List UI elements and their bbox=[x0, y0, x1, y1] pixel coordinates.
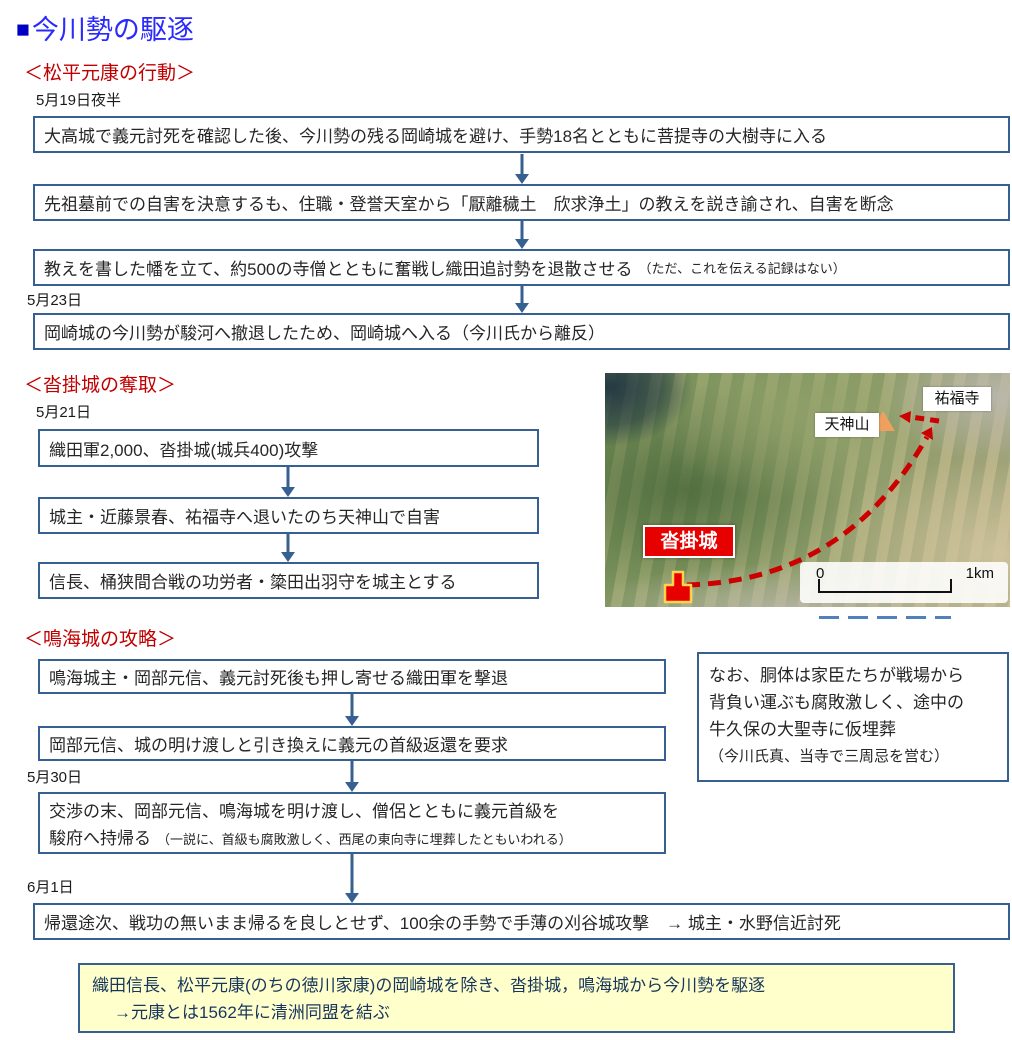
flow-box-note: （一説に、首級も腐敗激しく、西尾の東向寺に埋葬したともいわれる） bbox=[157, 832, 572, 847]
side-note-line: なお、胴体は家臣たちが戦場から bbox=[709, 662, 997, 689]
scale-tick bbox=[950, 579, 952, 593]
arrow-head-icon bbox=[281, 552, 295, 562]
flow-box-text: 先祖墓前での自害を決意するも、住職・登誉天室から「厭離穢土 欣求浄土」の教えを説… bbox=[44, 190, 894, 215]
map-label-yufukuji: 祐福寺 bbox=[923, 387, 991, 411]
flow-box: 帰還途次、戦功の無いまま帰るを良しとせず、100余の手勢で手薄の刈谷城攻撃 → … bbox=[33, 903, 1010, 940]
arrow-head-icon bbox=[515, 174, 529, 184]
arrow-head-icon bbox=[345, 893, 359, 903]
flow-box: 織田軍2,000、沓掛城(城兵400)攻撃 bbox=[38, 429, 539, 467]
flow-box-text: 教えを書した幡を立て、約500の寺僧とともに奮戦し織田追討勢を退散させる bbox=[44, 255, 633, 280]
route-dashed-path2 bbox=[911, 417, 939, 421]
side-note-line: 背負い運ぶも腐敗激しく、途中の bbox=[709, 689, 997, 716]
flow-box: 信長、桶狭間合戦の功労者・簗田出羽守を城主とする bbox=[38, 562, 539, 599]
flow-box-text: 帰還途次、戦功の無いまま帰るを良しとせず、100余の手勢で手薄の刈谷城攻撃 → … bbox=[44, 909, 841, 934]
flow-box: 先祖墓前での自害を決意するも、住職・登誉天室から「厭離穢土 欣求浄土」の教えを説… bbox=[33, 184, 1010, 221]
page-title-text: 今川勢の駆逐 bbox=[32, 15, 194, 45]
date-label: 5月30日 bbox=[27, 766, 82, 787]
arrow-head-icon bbox=[515, 239, 529, 249]
arrow-head-icon bbox=[345, 782, 359, 792]
date-label: 5月19日夜半 bbox=[36, 89, 121, 110]
flow-box: 鳴海城主・岡部元信、義元討死後も押し寄せる織田軍を撃退 bbox=[38, 659, 666, 694]
flow-arrow bbox=[515, 286, 529, 313]
flow-box: 城主・近藤景春、祐福寺へ退いたのち天神山で自害 bbox=[38, 497, 539, 534]
castle-icon bbox=[660, 565, 696, 605]
side-note-box: なお、胴体は家臣たちが戦場から 背負い運ぶも腐敗激しく、途中の 牛久保の大聖寺に… bbox=[697, 652, 1009, 782]
scale-tick bbox=[818, 579, 820, 593]
map-label-tenjinyama: 天神山 bbox=[815, 413, 879, 437]
flow-box-text: 大高城で義元討死を確認した後、今川勢の残る岡崎城を避け、手勢18名とともに菩提寺… bbox=[44, 122, 827, 147]
flow-box-text: 信長、桶狭間合戦の功労者・簗田出羽守を城主とする bbox=[49, 568, 457, 593]
slide-canvas: ■今川勢の駆逐 ＜松平元康の行動＞ 5月19日夜半 大高城で義元討死を確認した後… bbox=[0, 0, 1012, 1040]
route-arrowhead-icon bbox=[899, 411, 911, 423]
arrow-stem bbox=[351, 854, 354, 894]
flow-box-text: 岡崎城の今川勢が駿河へ撤退したため、岡崎城へ入る（今川氏から離反） bbox=[44, 319, 605, 344]
page-title: ■今川勢の駆逐 bbox=[16, 8, 194, 47]
satellite-map: 祐福寺 天神山 沓掛城 0 1km bbox=[605, 373, 1010, 607]
flow-box: 岡部元信、城の明け渡しと引き換えに義元の首級返還を要求 bbox=[38, 726, 666, 761]
summary-line: 織田信長、松平元康(のちの徳川家康)の岡崎城を除き、沓掛城，鳴海城から今川勢を駆… bbox=[92, 972, 941, 999]
date-label: 5月21日 bbox=[36, 401, 91, 422]
flow-box-text: 駿府へ持帰る bbox=[49, 829, 151, 848]
flow-box-note: （ただ、これを伝える記録はない） bbox=[639, 258, 846, 277]
flow-box-text: 岡部元信、城の明け渡しと引き換えに義元の首級返還を要求 bbox=[49, 731, 508, 756]
flow-arrow bbox=[281, 467, 295, 497]
flow-box-text: 織田軍2,000、沓掛城(城兵400)攻撃 bbox=[49, 436, 318, 461]
arrow-stem bbox=[287, 467, 290, 488]
flow-box-text: 鳴海城主・岡部元信、義元討死後も押し寄せる織田軍を撃退 bbox=[49, 664, 508, 689]
flow-box: 交渉の末、岡部元信、鳴海城を明け渡し、僧侶とともに義元首級を 駿府へ持帰る （一説… bbox=[38, 792, 666, 854]
arrow-stem bbox=[521, 286, 524, 304]
flow-box: 教えを書した幡を立て、約500の寺僧とともに奮戦し織田追討勢を退散させる （ただ… bbox=[33, 249, 1010, 286]
flow-arrow bbox=[515, 154, 529, 184]
flow-arrow bbox=[345, 694, 359, 726]
arrow-stem bbox=[351, 694, 354, 717]
side-note-line: 牛久保の大聖寺に仮埋葬 bbox=[709, 716, 997, 743]
side-note-line: （今川氏真、当寺で三周忌を営む） bbox=[709, 743, 997, 770]
scale-line bbox=[818, 591, 952, 593]
flow-arrow bbox=[515, 221, 529, 249]
arrow-stem bbox=[287, 534, 290, 553]
flow-arrow bbox=[281, 534, 295, 562]
section-heading-narumi: ＜鳴海城の攻略＞ bbox=[24, 624, 176, 651]
flow-box-text: 交渉の末、岡部元信、鳴海城を明け渡し、僧侶とともに義元首級を bbox=[49, 798, 655, 825]
arrow-stem bbox=[521, 154, 524, 175]
date-label: 5月23日 bbox=[27, 289, 82, 310]
map-scale-bar: 0 1km bbox=[800, 562, 1008, 603]
section-heading-matsudaira: ＜松平元康の行動＞ bbox=[24, 58, 195, 85]
arrow-head-icon bbox=[281, 487, 295, 497]
arrow-stem bbox=[351, 761, 354, 783]
date-label: 6月1日 bbox=[27, 876, 74, 897]
flow-arrow bbox=[345, 761, 359, 792]
arrow-stem bbox=[521, 221, 524, 240]
map-label-kutsukakejo: 沓掛城 bbox=[643, 525, 735, 558]
scale-end-label: 1km bbox=[966, 565, 994, 582]
flow-box: 大高城で義元討死を確認した後、今川勢の残る岡崎城を避け、手勢18名とともに菩提寺… bbox=[33, 116, 1010, 153]
blue-dashed-line bbox=[819, 616, 951, 619]
summary-line: →元康とは1562年に清洲同盟を結ぶ bbox=[92, 999, 941, 1026]
arrow-head-icon bbox=[345, 716, 359, 726]
title-square-icon: ■ bbox=[16, 16, 30, 42]
flow-box: 岡崎城の今川勢が駿河へ撤退したため、岡崎城へ入る（今川氏から離反） bbox=[33, 313, 1010, 350]
flow-arrow bbox=[345, 854, 359, 903]
summary-box: 織田信長、松平元康(のちの徳川家康)の岡崎城を除き、沓掛城，鳴海城から今川勢を駆… bbox=[78, 963, 955, 1033]
flow-box-text: 城主・近藤景春、祐福寺へ退いたのち天神山で自害 bbox=[49, 503, 440, 528]
section-heading-kutsukake: ＜沓掛城の奪取＞ bbox=[24, 370, 176, 397]
arrow-head-icon bbox=[515, 303, 529, 313]
